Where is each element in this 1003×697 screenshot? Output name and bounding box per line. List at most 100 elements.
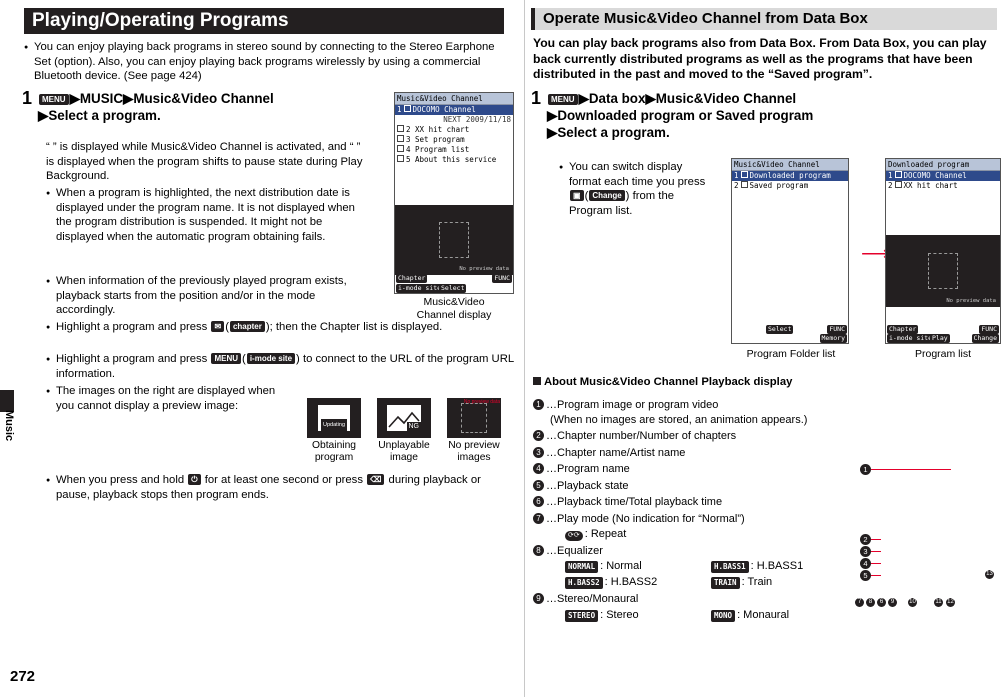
callout-8: 8 xyxy=(866,598,875,607)
square-bullet-icon xyxy=(533,377,541,385)
callout-2-leader xyxy=(871,539,881,540)
list-softkeys: Chapter i-mode site Play FUNC Change xyxy=(886,324,1000,343)
screen-row-5[interactable]: 5 About this service xyxy=(395,155,513,165)
callout-11: 11 xyxy=(934,598,943,607)
callout-4-leader xyxy=(871,563,881,564)
item-number-6: 6 xyxy=(533,496,544,507)
page-number: 272 xyxy=(10,668,36,685)
list-item: 4 …Program name xyxy=(533,462,863,477)
folder-caption: Program Folder list xyxy=(746,348,836,360)
screen-row-4[interactable]: 4 Program list xyxy=(395,145,513,155)
screen1-caption: Music&Video Channel display xyxy=(416,296,492,321)
softkey-imode-site[interactable]: i-mode site xyxy=(396,284,444,293)
folder-row-2[interactable]: 2 Saved program xyxy=(732,181,848,191)
unplayable-image-icon: NG xyxy=(377,398,431,438)
bullet-5: The images on the right are displayed wh… xyxy=(46,384,296,413)
item-number-9: 9 xyxy=(533,593,544,604)
step-1-text: MENU ▶MUSIC▶Music&Video Channel ▶Select a… xyxy=(38,91,274,123)
list-item: 5 …Playback state xyxy=(533,479,863,494)
bullet-1: When a program is highlighted, the next … xyxy=(46,186,368,244)
list-screen-title: Downloaded program xyxy=(886,159,1000,171)
list-item: 6 …Playback time/Total playback time xyxy=(533,495,863,510)
playback-items-list: 1 …Program image or program video (When n… xyxy=(533,398,863,624)
item-number-4: 4 xyxy=(533,463,544,474)
screen-dashed-placeholder xyxy=(439,222,469,258)
softkey-func[interactable]: FUNC xyxy=(492,274,512,283)
power-key-icon: ⏻ xyxy=(188,474,201,485)
callout-13: 13 xyxy=(985,570,994,579)
folder-softkey-select[interactable]: Select xyxy=(766,325,794,334)
program-folder-list-screen: Music&Video Channel 1 Downloaded program … xyxy=(731,158,849,344)
callout-3: 3 xyxy=(860,546,871,557)
repeat-row: ⟳⟳: Repeat xyxy=(533,527,863,542)
list-softkey-change[interactable]: Change xyxy=(971,334,999,343)
obtaining-program-caption: Obtaining program xyxy=(311,440,357,463)
list-row-1[interactable]: 1 DOCOMO Channel xyxy=(886,171,1000,181)
list-row-2[interactable]: 2 XX hit chart xyxy=(886,181,1000,191)
list-softkey-chapter[interactable]: Chapter xyxy=(887,325,919,334)
screen-no-preview-area: No preview data xyxy=(395,205,513,275)
item-number-8: 8 xyxy=(533,544,544,556)
list-item: 1 …Program image or program video xyxy=(533,398,863,413)
switch-display-note: You can switch display format each time … xyxy=(559,160,717,218)
bullet-6: When you press and hold ⏻ for at least o… xyxy=(46,473,486,502)
sound-row: STEREO: Stereo MONO: Monaural xyxy=(533,608,863,624)
folder-softkeys: Select FUNC Memory xyxy=(732,324,848,343)
folder-row-1[interactable]: 1 Downloaded program xyxy=(732,171,848,181)
softkey-chapter[interactable]: Chapter xyxy=(396,274,428,283)
clear-key-icon: ⌫ xyxy=(367,474,385,485)
list-softkey-func[interactable]: FUNC xyxy=(979,325,999,334)
item-number-3: 3 xyxy=(533,446,544,458)
bullet-3: Highlight a program and press ✉(chapter)… xyxy=(46,320,520,335)
list-item: 2 …Chapter number/Number of chapters xyxy=(533,429,863,444)
callout-9: 9 xyxy=(888,598,897,607)
section-title: Operate Music&Video Channel from Data Bo… xyxy=(531,8,997,30)
bullet-4: Highlight a program and press MENU(i-mod… xyxy=(46,352,520,381)
callout-1: 1 xyxy=(860,464,871,475)
quote-note: “ ” is displayed while Music&Video Chann… xyxy=(46,141,363,182)
list-item: 7 …Play mode (No indication for “Normal”) xyxy=(533,512,863,527)
screen-row-3[interactable]: 3 Set program xyxy=(395,135,513,145)
about-playback-heading: About Music&Video Channel Playback displ… xyxy=(533,376,792,388)
imode-site-softkey-icon: i-mode site xyxy=(246,353,296,364)
folder-softkey-memory[interactable]: Memory xyxy=(819,334,847,343)
unplayable-image-caption: Unplayable image xyxy=(378,440,430,463)
callout-10: 10 xyxy=(908,598,917,607)
screen-next-date: NEXT 2009/11/18 xyxy=(443,115,511,124)
intro-paragraph: You can enjoy playing back programs in s… xyxy=(24,40,498,84)
dashed-placeholder xyxy=(461,403,487,433)
callout-7: 7 xyxy=(855,598,864,607)
stereo-icon: STEREO xyxy=(565,609,599,622)
camera-key-icon: ▣ xyxy=(570,190,584,201)
folder-screen-title: Music&Video Channel xyxy=(732,159,848,171)
list-item: 9 …Stereo/Monaural xyxy=(533,592,863,607)
list-softkey-imode-site[interactable]: i-mode site xyxy=(887,334,935,343)
list-softkey-play[interactable]: Play xyxy=(930,334,950,343)
screen-row-1[interactable]: 1 DOCOMO Channel xyxy=(395,105,513,115)
softkey-select[interactable]: Select xyxy=(439,284,467,293)
no-preview-image-icon: No preview data xyxy=(447,398,501,438)
no-preview-images-caption: No preview images xyxy=(448,440,500,463)
obtaining-program-icon: Updating xyxy=(307,398,361,438)
eq-hbass1-icon: H.BASS1 xyxy=(711,561,749,573)
chapter-softkey-icon: chapter xyxy=(229,321,265,332)
program-list-screen: Downloaded program 1 DOCOMO Channel 2 XX h… xyxy=(885,158,1001,344)
section-label: Music xyxy=(3,410,15,442)
eq-hbass2-icon: H.BASS2 xyxy=(565,577,603,589)
list-item: 3 …Chapter name/Artist name xyxy=(533,446,863,461)
folder-softkey-func[interactable]: FUNC xyxy=(827,325,847,334)
left-column: Music 272 Playing/Operating Programs You… xyxy=(0,0,525,697)
list-item: 8 …Equalizer xyxy=(533,544,863,559)
manual-page: Music 272 Playing/Operating Programs You… xyxy=(0,0,1003,697)
callout-2: 2 xyxy=(860,534,871,545)
page-title: Playing/Operating Programs xyxy=(24,8,504,34)
item-number-1: 1 xyxy=(533,399,544,410)
monaural-icon: MONO xyxy=(711,609,736,622)
section-lead: You can play back programs also from Dat… xyxy=(533,36,987,81)
screen-row-2[interactable]: 2 XX hit chart xyxy=(395,125,513,135)
item-number-5: 5 xyxy=(533,479,544,491)
callout-1-leader xyxy=(871,469,951,470)
callout-4: 4 xyxy=(860,558,871,569)
right-column: Operate Music&Video Channel from Data Bo… xyxy=(525,0,1003,697)
eq-row-1: NORMAL: Normal H.BASS1: H.BASS1 xyxy=(533,559,863,575)
